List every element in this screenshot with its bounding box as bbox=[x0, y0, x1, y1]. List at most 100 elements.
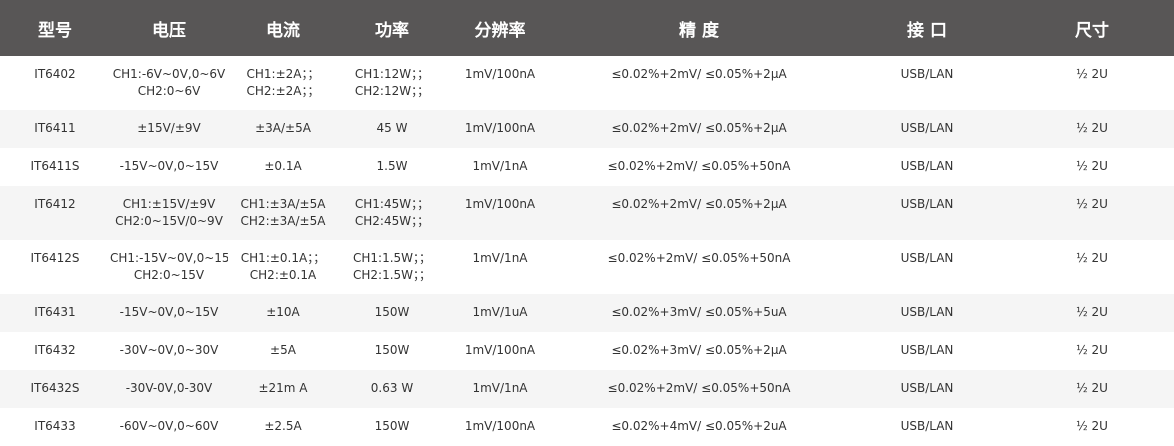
cell-line: ±2.5A bbox=[264, 419, 302, 433]
cell-current: CH1:±2A；； CH2:±2A；； bbox=[228, 56, 338, 110]
cell-size: ½ 2U bbox=[1076, 343, 1108, 357]
cell-interface: USB/LAN bbox=[900, 343, 954, 357]
cell-line: -15V~0V,0~15V bbox=[119, 159, 219, 173]
cell-line: CH1:±15V/±9V bbox=[122, 197, 216, 211]
cell-resolution: 1mV/100nA bbox=[464, 197, 536, 211]
cell-interface: USB/LAN bbox=[900, 305, 954, 319]
cell-voltage: -60V~0V,0~60V bbox=[110, 408, 228, 444]
table-header: 型号 电压 电流 功率 分辨率 精 度 接 口 尺寸 bbox=[0, 0, 1174, 56]
header-accuracy: 精 度 bbox=[679, 20, 719, 41]
header-voltage: 电压 bbox=[152, 20, 186, 41]
cell-line: CH1:-6V~0V,0~6V bbox=[112, 67, 226, 81]
cell-current: CH1:±0.1A；； CH2:±0.1A bbox=[228, 240, 338, 294]
cell-accuracy: ≤0.02%+2mV/ ≤0.05%+50nA bbox=[607, 381, 791, 395]
cell-accuracy: ≤0.02%+2mV/ ≤0.05%+50nA bbox=[607, 251, 791, 265]
cell-line: 1.5W bbox=[376, 159, 408, 173]
cell-model: IT6432 bbox=[34, 343, 76, 357]
cell-line: CH1:1.5W；； bbox=[352, 251, 432, 265]
cell-current: ±3A/±5A bbox=[228, 110, 338, 148]
cell-size: ½ 2U bbox=[1076, 251, 1108, 265]
table-row: IT6412S CH1:-15V~0V,0~15V CH2:0~15V CH1:… bbox=[0, 240, 1174, 294]
cell-line: CH2:±0.1A bbox=[249, 268, 317, 282]
cell-resolution: 1mV/1nA bbox=[472, 251, 528, 265]
cell-power: CH1:12W；； CH2:12W；； bbox=[338, 56, 446, 110]
cell-interface: USB/LAN bbox=[900, 159, 954, 173]
cell-size: ½ 2U bbox=[1076, 197, 1108, 211]
cell-voltage: -30V~0V,0~30V bbox=[110, 332, 228, 370]
cell-accuracy: ≤0.02%+4mV/ ≤0.05%+2uA bbox=[611, 419, 787, 433]
cell-resolution: 1mV/1nA bbox=[472, 159, 528, 173]
spec-table: 型号 电压 电流 功率 分辨率 精 度 接 口 尺寸 IT6402 CH1:-6… bbox=[0, 0, 1174, 444]
cell-line: CH2:1.5W；； bbox=[352, 268, 432, 282]
cell-model: IT6412 bbox=[34, 197, 76, 211]
cell-power: 150W bbox=[338, 294, 446, 332]
cell-power: 150W bbox=[338, 408, 446, 444]
cell-power: CH1:1.5W；； CH2:1.5W；； bbox=[338, 240, 446, 294]
cell-voltage: CH1:-15V~0V,0~15V CH2:0~15V bbox=[110, 240, 228, 294]
cell-line: CH2:±3A/±5A bbox=[240, 214, 326, 228]
cell-line: ±10A bbox=[266, 305, 300, 319]
cell-interface: USB/LAN bbox=[900, 121, 954, 135]
cell-interface: USB/LAN bbox=[900, 381, 954, 395]
cell-line: -60V~0V,0~60V bbox=[119, 419, 219, 433]
cell-line: CH2:0~15V bbox=[133, 268, 205, 282]
header-model: 型号 bbox=[38, 20, 72, 41]
cell-model: IT6412S bbox=[30, 251, 80, 265]
cell-line: CH1:12W；； bbox=[354, 67, 430, 81]
cell-line: 150W bbox=[374, 419, 410, 433]
cell-line: CH2:±2A；； bbox=[246, 84, 320, 98]
cell-voltage: -30V-0V,0-30V bbox=[110, 370, 228, 408]
table-row: IT6433 -60V~0V,0~60V ±2.5A 150W 1mV/100n… bbox=[0, 408, 1174, 444]
cell-resolution: 1mV/100nA bbox=[464, 121, 536, 135]
cell-accuracy: ≤0.02%+2mV/ ≤0.05%+2μA bbox=[611, 121, 787, 135]
cell-model: IT6411 bbox=[34, 121, 76, 135]
cell-model: IT6402 bbox=[34, 67, 76, 81]
cell-line: ±0.1A bbox=[264, 159, 302, 173]
cell-size: ½ 2U bbox=[1076, 67, 1108, 81]
cell-size: ½ 2U bbox=[1076, 419, 1108, 433]
cell-line: -15V~0V,0~15V bbox=[119, 305, 219, 319]
cell-line: -30V-0V,0-30V bbox=[125, 381, 213, 395]
header-resolution: 分辨率 bbox=[474, 20, 526, 41]
cell-interface: USB/LAN bbox=[900, 251, 954, 265]
cell-accuracy: ≤0.02%+2mV/ ≤0.05%+2μA bbox=[611, 67, 787, 81]
cell-interface: USB/LAN bbox=[900, 419, 954, 433]
cell-model: IT6411S bbox=[30, 159, 80, 173]
cell-resolution: 1mV/1nA bbox=[472, 381, 528, 395]
cell-power: 150W bbox=[338, 332, 446, 370]
cell-current: ±10A bbox=[228, 294, 338, 332]
cell-size: ½ 2U bbox=[1076, 121, 1108, 135]
table-row: IT6402 CH1:-6V~0V,0~6V CH2:0~6V CH1:±2A；… bbox=[0, 56, 1174, 110]
cell-resolution: 1mV/100nA bbox=[464, 343, 536, 357]
table-row: IT6411S -15V~0V,0~15V ±0.1A 1.5W 1mV/1nA… bbox=[0, 148, 1174, 186]
cell-resolution: 1mV/100nA bbox=[464, 67, 536, 81]
cell-current: ±21m A bbox=[228, 370, 338, 408]
header-row: 型号 电压 电流 功率 分辨率 精 度 接 口 尺寸 bbox=[0, 0, 1174, 56]
cell-model: IT6431 bbox=[34, 305, 76, 319]
cell-line: CH2:0~6V bbox=[137, 84, 201, 98]
cell-line: CH1:±3A/±5A bbox=[240, 197, 326, 211]
cell-model: IT6432S bbox=[30, 381, 80, 395]
cell-line: -30V~0V,0~30V bbox=[119, 343, 219, 357]
table-row: IT6431 -15V~0V,0~15V ±10A 150W 1mV/1uA ≤… bbox=[0, 294, 1174, 332]
cell-voltage: ±15V/±9V bbox=[110, 110, 228, 148]
cell-line: 150W bbox=[374, 305, 410, 319]
cell-line: CH1:-15V~0V,0~15V bbox=[110, 251, 228, 265]
cell-current: ±0.1A bbox=[228, 148, 338, 186]
cell-line: CH1:45W；； bbox=[354, 197, 430, 211]
cell-accuracy: ≤0.02%+3mV/ ≤0.05%+2μA bbox=[611, 343, 787, 357]
table-row: IT6411 ±15V/±9V ±3A/±5A 45 W 1mV/100nA ≤… bbox=[0, 110, 1174, 148]
cell-size: ½ 2U bbox=[1076, 305, 1108, 319]
cell-voltage: -15V~0V,0~15V bbox=[110, 294, 228, 332]
cell-current: ±5A bbox=[228, 332, 338, 370]
table-row: IT6432S -30V-0V,0-30V ±21m A 0.63 W 1mV/… bbox=[0, 370, 1174, 408]
table-row: IT6412 CH1:±15V/±9V CH2:0~15V/0~9V CH1:±… bbox=[0, 186, 1174, 240]
header-power: 功率 bbox=[375, 20, 409, 41]
table-body: IT6402 CH1:-6V~0V,0~6V CH2:0~6V CH1:±2A；… bbox=[0, 56, 1174, 444]
cell-interface: USB/LAN bbox=[900, 67, 954, 81]
cell-power: 1.5W bbox=[338, 148, 446, 186]
cell-line: CH2:45W；； bbox=[354, 214, 430, 228]
header-current: 电流 bbox=[266, 20, 300, 41]
cell-model: IT6433 bbox=[34, 419, 76, 433]
table-row: IT6432 -30V~0V,0~30V ±5A 150W 1mV/100nA … bbox=[0, 332, 1174, 370]
